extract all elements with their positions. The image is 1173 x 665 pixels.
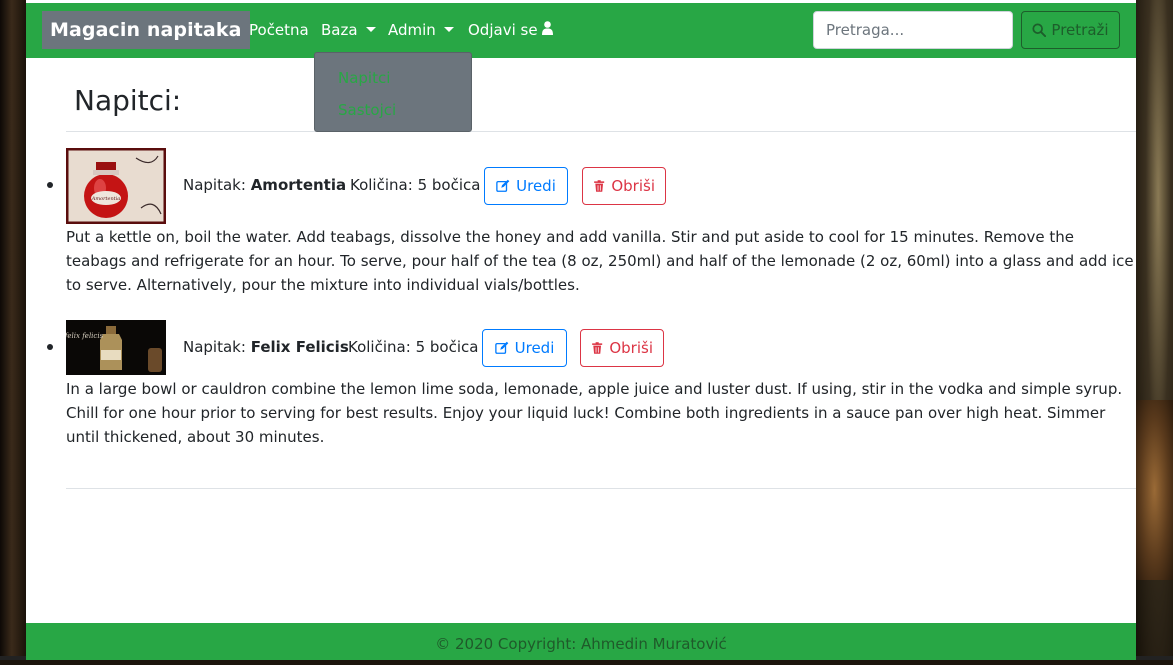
background-left: [0, 0, 26, 660]
quantity-label: Količina:: [350, 176, 413, 194]
navbar: Magacin napitaka Početna Baza Admin Odja…: [26, 3, 1136, 58]
chevron-down-icon: [365, 27, 376, 32]
footer: © 2020 Copyright: Ahmedin Muratović: [26, 623, 1136, 660]
drink-name: Amortentia: [250, 176, 347, 194]
delete-button[interactable]: Obriši: [580, 329, 664, 367]
brand-link[interactable]: Magacin napitaka: [42, 11, 250, 49]
search-button[interactable]: Pretraži: [1021, 11, 1120, 49]
drink-label: Napitak:: [183, 338, 246, 356]
background-right: [1136, 0, 1173, 660]
nav-admin-label: Admin: [388, 21, 436, 39]
drink-meta-name: Napitak: Amortentia: [183, 176, 346, 194]
drink-image-label: felix felicis: [66, 332, 104, 340]
quantity-value: 5 bočica: [415, 338, 479, 356]
drink-description: In a large bowl or cauldron combine the …: [66, 380, 1123, 446]
drink-label: Napitak:: [183, 176, 246, 194]
divider-top: [66, 131, 1136, 132]
delete-button-label: Obriši: [609, 339, 653, 357]
drink-image-amortentia: Amortentia: [66, 148, 166, 224]
trash-icon: [592, 342, 603, 354]
drink-image-felix-felicis: felix felicis: [66, 320, 166, 375]
edit-button-label: Uredi: [514, 339, 555, 357]
dropdown-item-napitci[interactable]: Napitci: [338, 69, 390, 87]
drink-image-label: Amortentia: [91, 196, 121, 202]
drink-meta-quantity: Količina: 5 bočica: [348, 338, 478, 356]
quantity-label: Količina:: [348, 338, 411, 356]
nav-home[interactable]: Početna: [249, 20, 309, 40]
dropdown-item-sastojci[interactable]: Sastojci: [338, 101, 396, 119]
chevron-down-icon: [443, 27, 454, 32]
search-input[interactable]: [813, 11, 1013, 49]
nav-logout-label: Odjavi se: [468, 21, 538, 39]
nav-home-label: Početna: [249, 21, 309, 39]
drink-name: Felix Felicis: [250, 338, 349, 356]
page-title: Napitci:: [74, 84, 182, 117]
drink-description: Put a kettle on, boil the water. Add tea…: [66, 228, 1134, 294]
quantity-value: 5 bočica: [417, 176, 481, 194]
edit-button-label: Uredi: [516, 177, 556, 195]
search-button-label: Pretraži: [1051, 21, 1109, 39]
list-bullet: [47, 182, 53, 188]
footer-copyright: © 2020 Copyright: Ahmedin Muratović: [435, 635, 727, 653]
nav-logout[interactable]: Odjavi se: [468, 20, 553, 41]
user-icon: [541, 21, 553, 41]
list-bullet: [47, 344, 53, 350]
search-icon: [1032, 23, 1047, 37]
nav-baza-dropdown[interactable]: Baza: [321, 20, 376, 40]
nav-admin-dropdown[interactable]: Admin: [388, 20, 454, 40]
delete-button[interactable]: Obriši: [582, 167, 666, 205]
edit-button[interactable]: Uredi: [482, 329, 567, 367]
delete-button-label: Obriši: [611, 177, 655, 195]
baza-dropdown-menu: Napitci Sastojci: [314, 52, 472, 132]
drink-meta-quantity: Količina: 5 bočica: [350, 176, 480, 194]
edit-button[interactable]: Uredi: [484, 167, 568, 205]
page-container: Magacin napitaka Početna Baza Admin Odja…: [26, 0, 1136, 660]
nav-baza-label: Baza: [321, 21, 358, 39]
edit-icon: [496, 179, 510, 192]
drink-meta-name: Napitak: Felix Felicis: [183, 338, 349, 356]
edit-icon: [494, 341, 508, 354]
divider-bottom: [66, 488, 1136, 489]
trash-icon: [594, 180, 605, 192]
